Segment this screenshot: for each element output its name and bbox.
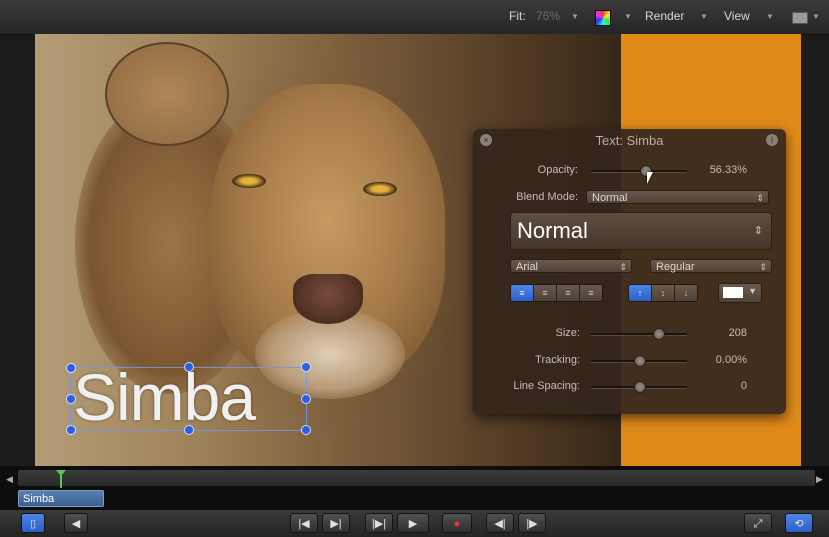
timeline-end-marker-icon[interactable]: ▶ <box>816 474 823 485</box>
line-spacing-value[interactable]: 0 <box>699 380 747 392</box>
popup-arrows-icon: ⇕ <box>753 225 763 237</box>
fit-menu-chevron-icon[interactable]: ▼ <box>571 12 579 21</box>
lion-nose <box>293 274 363 324</box>
next-frame-icon[interactable]: |▶ <box>518 513 546 533</box>
render-chevron-icon[interactable]: ▼ <box>700 12 708 21</box>
font-family-value: Arial <box>516 261 539 273</box>
opacity-value[interactable]: 56.33% <box>699 164 747 176</box>
mini-timeline: ◀ ▶ Simba <box>0 466 829 510</box>
opacity-label: Opacity: <box>537 164 578 176</box>
blend-mode-value: Normal <box>592 192 628 204</box>
tracking-label: Tracking: <box>535 354 580 366</box>
popup-arrows-icon: ⇕ <box>759 262 767 272</box>
viewer-layout-icon[interactable] <box>792 12 808 24</box>
horizontal-alignment-control: ≡ ≡ ≡ ≡ <box>510 284 603 302</box>
previous-frame-icon[interactable]: ◀| <box>486 513 514 533</box>
popup-arrows-icon: ⇕ <box>756 193 764 203</box>
timeline-clip[interactable]: Simba <box>18 490 104 507</box>
transport-bar: ▯ ◀ |◀ ▶| |▶| ▶ ● ◀| |▶ ⤢ ⟲ <box>0 510 829 537</box>
line-spacing-label: Line Spacing: <box>513 380 580 392</box>
audio-icon[interactable]: ◀ <box>64 513 88 533</box>
size-value[interactable]: 208 <box>699 327 747 339</box>
align-bottom-icon[interactable]: ↓ <box>675 285 697 301</box>
view-chevron-icon[interactable]: ▼ <box>766 12 774 21</box>
text-color-swatch <box>723 287 743 298</box>
hud-title: Text: Simba <box>595 133 664 148</box>
tracking-slider-knob[interactable] <box>634 355 646 367</box>
blend-mode-label: Blend Mode: <box>516 191 578 203</box>
lion-ear <box>105 42 229 146</box>
go-to-end-icon[interactable]: ▶| <box>322 513 350 533</box>
layout-chevron-icon[interactable]: ▼ <box>812 12 820 21</box>
view-menu[interactable]: View <box>724 9 750 23</box>
resize-handle-bottom-right[interactable] <box>301 425 311 435</box>
text-style-preset-value: Normal <box>517 218 588 243</box>
fullscreen-icon[interactable]: ⤢ <box>744 513 772 533</box>
timeline-start-marker-icon[interactable]: ◀ <box>6 474 13 485</box>
text-style-preset-popup[interactable]: Normal ⇕ <box>510 212 772 250</box>
channels-menu-chevron-icon[interactable]: ▼ <box>624 12 632 21</box>
text-color-well[interactable]: ▼ <box>718 283 762 303</box>
color-channels-icon[interactable] <box>595 10 611 26</box>
size-label: Size: <box>555 327 580 339</box>
vertical-alignment-control: ↑ ↕ ↓ <box>628 284 698 302</box>
align-left-icon[interactable]: ≡ <box>511 285 534 301</box>
record-icon[interactable]: ● <box>442 513 472 533</box>
play-button-icon[interactable]: ▶ <box>397 513 429 533</box>
render-menu[interactable]: Render <box>645 9 684 23</box>
cursor-icon <box>647 172 653 184</box>
align-center-icon[interactable]: ≡ <box>534 285 557 301</box>
lion-left-eye <box>232 174 266 188</box>
viewer-toolbar: Fit: 76% ▼ ▼ Render ▼ View ▼ ▼ <box>0 0 829 35</box>
resize-handle-top-center[interactable] <box>184 362 194 372</box>
resize-handle-bottom-center[interactable] <box>184 425 194 435</box>
go-to-start-icon[interactable]: |◀ <box>290 513 318 533</box>
popup-arrows-icon: ⇕ <box>619 262 627 272</box>
resize-handle-middle-right[interactable] <box>301 394 311 404</box>
loop-playback-icon[interactable]: ⟲ <box>785 513 813 533</box>
play-range-icon[interactable]: |▶| <box>365 513 393 533</box>
size-slider-knob[interactable] <box>653 328 665 340</box>
font-family-popup[interactable]: Arial ⇕ <box>510 259 632 273</box>
color-chevron-down-icon[interactable]: ▼ <box>748 286 757 296</box>
align-top-icon[interactable]: ↑ <box>629 285 652 301</box>
text-selection-box[interactable] <box>70 367 307 431</box>
align-middle-icon[interactable]: ↕ <box>652 285 675 301</box>
tracking-value[interactable]: 0.00% <box>699 354 747 366</box>
resize-handle-top-right[interactable] <box>301 362 311 372</box>
line-spacing-slider-knob[interactable] <box>634 381 646 393</box>
justify-icon[interactable]: ≡ <box>580 285 602 301</box>
size-slider-track[interactable] <box>591 333 687 336</box>
library-toggle-icon[interactable]: ▯ <box>21 513 45 533</box>
fit-label: Fit: <box>509 9 526 23</box>
playhead[interactable] <box>60 470 62 488</box>
font-weight-value: Regular <box>656 261 695 273</box>
timeline-ruler[interactable] <box>18 470 815 486</box>
blend-mode-popup[interactable]: Normal ⇕ <box>586 190 769 204</box>
hud-info-icon[interactable]: i <box>766 134 778 146</box>
fit-zoom-value[interactable]: 76% <box>536 9 560 23</box>
resize-handle-top-left[interactable] <box>66 363 76 373</box>
lion-right-eye <box>363 182 397 196</box>
resize-handle-middle-left[interactable] <box>66 394 76 404</box>
align-right-icon[interactable]: ≡ <box>557 285 580 301</box>
font-weight-popup[interactable]: Regular ⇕ <box>650 259 772 273</box>
text-hud-inspector: × Text: Simba i Opacity: 56.33% Blend Mo… <box>473 129 786 414</box>
resize-handle-bottom-left[interactable] <box>66 425 76 435</box>
